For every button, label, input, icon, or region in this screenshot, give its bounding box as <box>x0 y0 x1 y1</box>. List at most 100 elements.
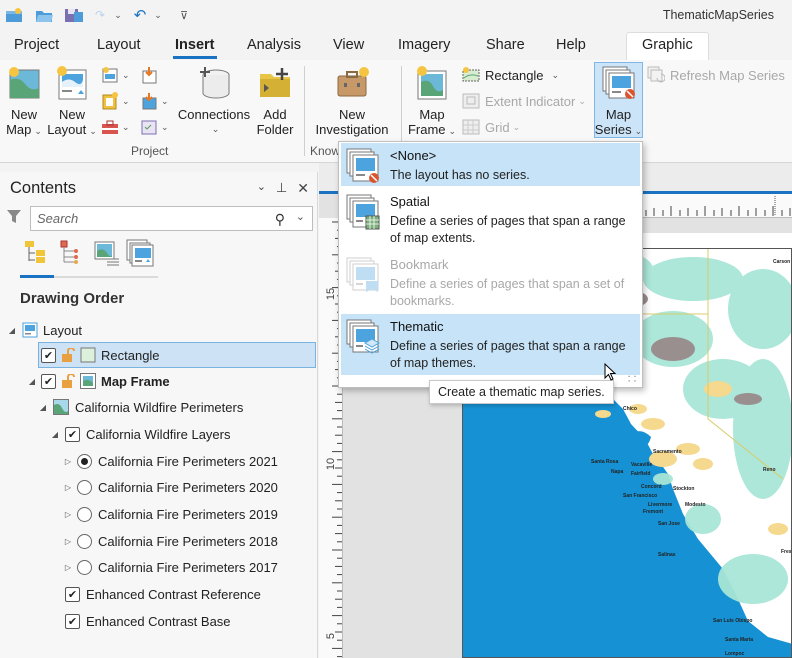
task-button[interactable]: ⌄ <box>140 116 169 138</box>
collapse-icon[interactable]: ◢ <box>7 326 17 335</box>
tree-item-basemap[interactable]: ✔ Enhanced Contrast Base <box>0 608 318 634</box>
tree-item-map-frame[interactable]: ◢ ✔ Map Frame <box>0 368 318 394</box>
visibility-checkbox[interactable]: ✔ <box>41 347 56 363</box>
tab-project[interactable]: Project <box>14 37 59 53</box>
tree-item-rectangle[interactable]: ✔ Rectangle <box>0 342 318 368</box>
import-layout-button[interactable] <box>140 64 158 86</box>
visibility-radio[interactable] <box>77 479 92 495</box>
refresh-map-series-button[interactable]: Refresh Map Series <box>647 64 785 86</box>
save-project-icon[interactable] <box>63 6 85 24</box>
bookmark-series-icon <box>346 257 380 293</box>
city-label: Stockton <box>673 486 695 492</box>
close-icon[interactable]: ✕ <box>297 180 309 197</box>
resize-grip-icon[interactable]: ⠅⠅ <box>627 375 639 384</box>
group-label-knowledge: Know <box>310 144 341 158</box>
visibility-checkbox[interactable]: ✔ <box>65 426 80 442</box>
tree-item-layer[interactable]: ▷ California Fire Perimeters 2021 <box>0 448 318 474</box>
pane-controls: ⌄ ⊥ ✕ <box>257 180 309 197</box>
search-input[interactable]: Search ⚲ ⌄ <box>30 206 313 231</box>
visibility-radio[interactable] <box>77 533 92 549</box>
tree-item-layer[interactable]: ▷ California Fire Perimeters 2017 <box>0 554 318 580</box>
city-label: Concord <box>641 484 662 490</box>
list-by-drawing-order-icon[interactable] <box>23 239 51 267</box>
extent-indicator-button[interactable]: Extent Indicator ⌄ <box>462 90 586 112</box>
app-title: ThematicMapSeries <box>662 8 774 22</box>
open-project-icon[interactable] <box>34 6 54 24</box>
tree-item-layer[interactable]: ▷ California Fire Perimeters 2019 <box>0 501 318 527</box>
tree-item-basemap[interactable]: ✔ Enhanced Contrast Reference <box>0 581 318 607</box>
collapse-icon[interactable]: ◢ <box>38 403 48 412</box>
expand-icon[interactable]: ▷ <box>63 563 73 572</box>
new-notebook-button[interactable]: ⌄ <box>101 90 130 112</box>
collapse-icon[interactable]: ◢ <box>50 430 60 439</box>
tab-view[interactable]: View <box>333 37 364 53</box>
new-map-button[interactable]: New Map ⌄ <box>4 66 44 139</box>
tree-item-layer[interactable]: ▷ California Fire Perimeters 2018 <box>0 528 318 554</box>
expand-icon[interactable]: ▷ <box>63 457 73 466</box>
tab-insert[interactable]: Insert <box>173 37 216 59</box>
visibility-radio[interactable] <box>77 559 92 575</box>
menu-item-thematic[interactable]: Thematic Define a series of pages that s… <box>341 314 640 375</box>
new-layout-button[interactable]: New Layout ⌄ <box>47 66 97 139</box>
list-by-selection-icon[interactable] <box>93 239 121 267</box>
unlocked-icon[interactable] <box>61 373 75 388</box>
visibility-radio[interactable] <box>77 506 92 522</box>
menu-item-spatial[interactable]: Spatial Define a series of pages that sp… <box>341 189 640 249</box>
new-investigation-button[interactable]: New Investigation <box>311 66 393 137</box>
pane-options-icon[interactable]: ⌄ <box>257 180 266 197</box>
grid-button[interactable]: Grid ⌄ <box>462 116 520 138</box>
tab-analysis[interactable]: Analysis <box>247 37 301 53</box>
search-icon[interactable]: ⚲ <box>275 211 285 228</box>
menu-item-none[interactable]: <None> The layout has no series. <box>341 143 640 186</box>
tab-layout[interactable]: Layout <box>97 37 141 53</box>
list-by-map-series-icon[interactable] <box>126 239 154 267</box>
thematic-series-icon <box>346 319 381 355</box>
expand-icon[interactable]: ▷ <box>63 483 73 492</box>
search-options-icon[interactable]: ⌄ <box>296 210 305 223</box>
city-label: Livermore <box>648 502 673 508</box>
import-map-button[interactable]: ⌄ <box>140 90 169 112</box>
new-project-icon[interactable] <box>4 6 24 24</box>
visibility-checkbox[interactable]: ✔ <box>41 373 56 389</box>
unlocked-icon[interactable] <box>61 347 75 362</box>
menu-item-description: Define a series of pages that span a set… <box>390 277 625 308</box>
tab-imagery[interactable]: Imagery <box>398 37 450 53</box>
filter-icon[interactable] <box>6 209 22 225</box>
map-frame-button[interactable]: Map Frame ⌄ <box>408 66 456 139</box>
task-icon <box>141 120 157 135</box>
undo-icon[interactable]: ↶ <box>132 6 148 24</box>
list-by-source-icon[interactable] <box>58 239 86 267</box>
add-folder-label-1: Add <box>263 107 287 122</box>
visibility-checkbox[interactable]: ✔ <box>65 586 80 602</box>
add-folder-button[interactable]: Add Folder <box>255 66 295 137</box>
tree-item-group-layer[interactable]: ◢ ✔ California Wildfire Layers <box>0 421 318 447</box>
rectangle-button[interactable]: Rectangle ⌄ <box>462 64 559 86</box>
tree-item-map[interactable]: ◢ California Wildfire Perimeters <box>0 394 318 420</box>
visibility-checkbox[interactable]: ✔ <box>65 613 80 629</box>
connections-button[interactable]: Connections ⌄ <box>178 66 250 137</box>
tree-item-layout[interactable]: ◢ Layout <box>0 317 318 343</box>
expand-icon[interactable]: ▷ <box>63 510 73 519</box>
tree-label: California Wildfire Perimeters <box>75 399 244 415</box>
undo-dropdown-icon[interactable]: ⌄ <box>153 6 163 24</box>
redo-icon[interactable]: ↷ <box>92 6 108 24</box>
redo-dropdown-icon[interactable]: ⌄ <box>113 6 123 24</box>
toolbox-icon <box>102 120 118 134</box>
ruler-label: 10 <box>325 457 338 471</box>
tree-item-layer[interactable]: ▷ California Fire Perimeters 2020 <box>0 474 318 500</box>
tab-share[interactable]: Share <box>486 37 525 53</box>
menu-item-bookmark[interactable]: Bookmark Define a series of pages that s… <box>341 252 640 312</box>
new-layout-label-2: Layout ⌄ <box>47 122 97 137</box>
expand-icon[interactable]: ▷ <box>63 537 73 546</box>
pin-icon[interactable]: ⊥ <box>276 180 287 197</box>
collapse-icon[interactable]: ◢ <box>27 377 37 386</box>
tab-graphic[interactable]: Graphic <box>626 32 709 60</box>
map-series-button[interactable]: Map Series ⌄ <box>594 62 643 138</box>
visibility-radio[interactable] <box>77 453 92 469</box>
tree-label: California Fire Perimeters 2017 <box>98 559 278 575</box>
toolbox-button[interactable]: ⌄ <box>101 116 130 138</box>
customize-toolbar-icon[interactable]: ⊽ <box>177 6 191 24</box>
new-report-button[interactable]: ⌄ <box>101 64 130 86</box>
extent-indicator-icon <box>462 92 480 110</box>
tab-help[interactable]: Help <box>556 37 586 53</box>
